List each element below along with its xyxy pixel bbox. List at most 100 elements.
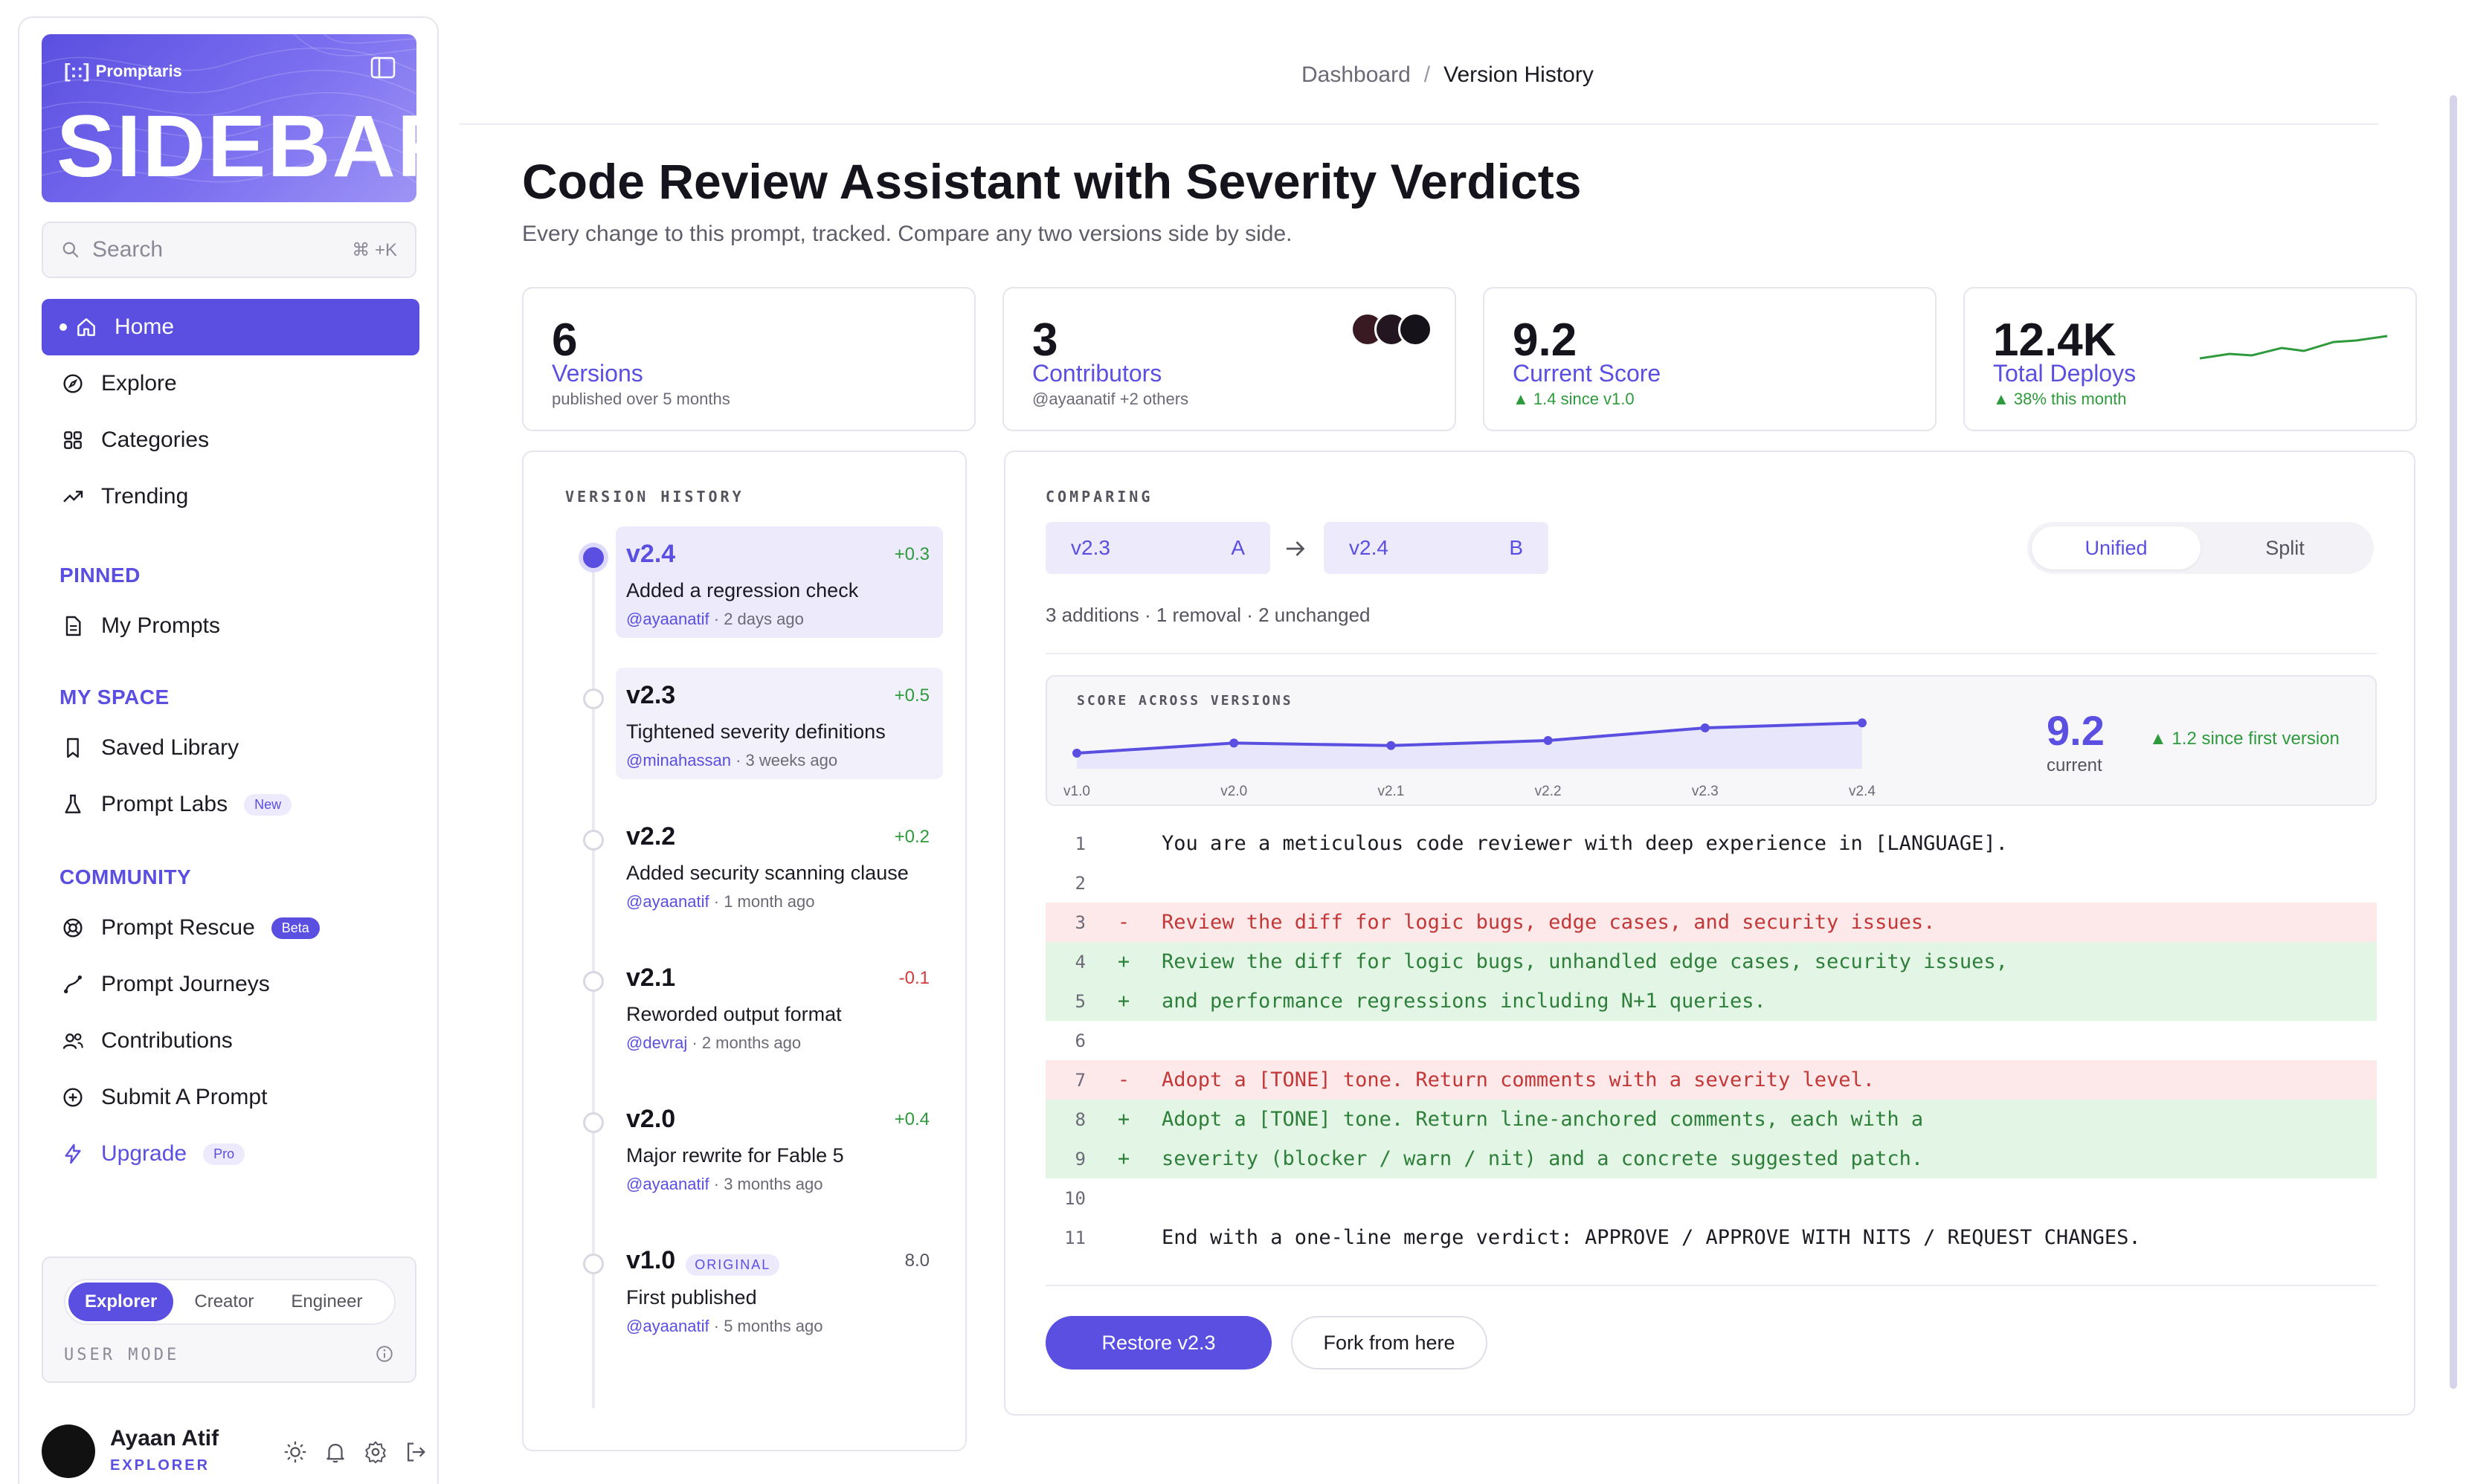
diff-line: 10 bbox=[1046, 1178, 2377, 1218]
line-number: 4 bbox=[1075, 951, 1086, 972]
version-time: 2 days ago bbox=[724, 610, 804, 628]
score-point[interactable] bbox=[1386, 741, 1396, 750]
score-point[interactable] bbox=[1229, 738, 1239, 748]
stat-label: Total Deploys bbox=[1993, 360, 2137, 387]
sidebar-item-prompt-rescue[interactable]: Prompt Rescue Beta bbox=[42, 900, 419, 956]
version-item-v2-2[interactable]: v2.2 +0.2 Added security scanning clause @a… bbox=[616, 809, 943, 920]
divider bbox=[460, 123, 2378, 125]
line-number: 3 bbox=[1075, 912, 1086, 933]
mode-option-creator[interactable]: Creator bbox=[178, 1283, 270, 1321]
line-text: severity (blocker / warn / nit) and a co… bbox=[1162, 1147, 1924, 1170]
search-box[interactable]: Search ⌘ +K bbox=[42, 222, 416, 278]
diff-marker: - bbox=[1117, 911, 1130, 934]
version-author[interactable]: @ayaanatif bbox=[626, 1317, 709, 1335]
gear-icon[interactable] bbox=[363, 1439, 388, 1465]
version-number: v2.4 bbox=[626, 540, 676, 568]
sidebar-toggle-icon[interactable] bbox=[370, 57, 396, 79]
original-tag: ORIGINAL bbox=[686, 1254, 780, 1277]
sidebar-item-upgrade[interactable]: Upgrade Pro bbox=[42, 1126, 419, 1182]
breadcrumb-dashboard[interactable]: Dashboard bbox=[1301, 62, 1411, 87]
info-icon[interactable] bbox=[375, 1344, 394, 1364]
sidebar-item-trending[interactable]: Trending bbox=[42, 468, 419, 525]
logout-icon[interactable] bbox=[403, 1439, 428, 1465]
brand-logo[interactable]: [::] Promptaris bbox=[64, 59, 182, 83]
view-option-split[interactable]: Split bbox=[2201, 526, 2369, 570]
line-number: 7 bbox=[1075, 1069, 1086, 1091]
score-point[interactable] bbox=[1700, 723, 1710, 732]
brand-banner: [::] Promptaris SIDEBAR bbox=[42, 34, 416, 202]
sidebar-item-label: Trending bbox=[101, 484, 189, 509]
sidebar-item-explore[interactable]: Explore bbox=[42, 355, 419, 412]
version-item-v2-3[interactable]: v2.3 +0.5 Tightened severity definitions @m… bbox=[616, 668, 943, 779]
version-meta: @ayaanatif · 1 month ago bbox=[626, 892, 815, 911]
version-item-v2-4[interactable]: v2.4 +0.3 Added a regression check @ayaanat… bbox=[616, 526, 943, 638]
sidebar-item-label: Contributions bbox=[101, 1028, 233, 1053]
version-item-v1-0[interactable]: v1.0 ORIGINAL 8.0 First published @ayaanatif… bbox=[616, 1233, 943, 1344]
search-input[interactable]: Search bbox=[92, 237, 352, 262]
avatar[interactable] bbox=[1398, 312, 1432, 346]
version-number: v2.3 bbox=[626, 681, 676, 709]
active-dot bbox=[59, 323, 67, 331]
stat-value: 3 bbox=[1032, 314, 1058, 366]
section-title-my-space: MY SPACE bbox=[59, 685, 170, 709]
score-point[interactable] bbox=[1858, 718, 1867, 728]
score-delta: +0.4 bbox=[894, 1109, 930, 1129]
version-author[interactable]: @ayaanatif bbox=[626, 1175, 709, 1193]
version-item-v2-1[interactable]: v2.1 -0.1 Reworded output format @devraj · … bbox=[616, 950, 943, 1062]
version-b-selector[interactable]: v2.4 B bbox=[1324, 522, 1548, 574]
timeline-dot bbox=[583, 547, 604, 568]
sidebar-item-label: Home bbox=[115, 314, 175, 339]
mode-option-explorer[interactable]: Explorer bbox=[68, 1283, 174, 1321]
divider bbox=[1046, 1285, 2377, 1286]
sidebar-item-contributions[interactable]: Contributions bbox=[42, 1013, 419, 1069]
sidebar-item-submit-a-prompt[interactable]: Submit A Prompt bbox=[42, 1069, 419, 1126]
user-profile: Ayaan Atif EXPLORER bbox=[42, 1419, 428, 1484]
version-a-selector[interactable]: v2.3 A bbox=[1046, 522, 1270, 574]
sidebar-item-saved-library[interactable]: Saved Library bbox=[42, 720, 419, 776]
diff-view: 1 You are a meticulous code reviewer with… bbox=[1046, 824, 2377, 1257]
fork-button[interactable]: Fork from here bbox=[1291, 1316, 1487, 1370]
pro-badge: Pro bbox=[203, 1143, 245, 1165]
line-number: 11 bbox=[1064, 1227, 1086, 1248]
version-item-v2-0[interactable]: v2.0 +0.4 Major rewrite for Fable 5 @ayaana… bbox=[616, 1091, 943, 1203]
sidebar-item-prompt-journeys[interactable]: Prompt Journeys bbox=[42, 956, 419, 1013]
version-b-letter: B bbox=[1509, 536, 1523, 559]
version-history-title: VERSION HISTORY bbox=[565, 488, 744, 506]
flask-icon bbox=[61, 793, 85, 816]
mode-option-engineer[interactable]: Engineer bbox=[274, 1283, 379, 1321]
version-meta: @devraj · 2 months ago bbox=[626, 1033, 802, 1052]
diff-line: 3 - Review the diff for logic bugs, edge c… bbox=[1046, 903, 2377, 942]
version-author[interactable]: @ayaanatif bbox=[626, 610, 709, 628]
sidebar-item-label: Upgrade bbox=[101, 1141, 187, 1166]
avatar[interactable] bbox=[42, 1425, 95, 1478]
version-number: v1.0 bbox=[626, 1246, 676, 1274]
view-option-unified[interactable]: Unified bbox=[2032, 526, 2201, 570]
timeline-dot bbox=[583, 1112, 604, 1133]
plus-circle-icon bbox=[61, 1085, 85, 1109]
scrollbar[interactable] bbox=[2450, 95, 2457, 1389]
version-author[interactable]: @ayaanatif bbox=[626, 892, 709, 911]
score-point[interactable] bbox=[1543, 736, 1553, 745]
diff-line: 11 End with a one-line merge verdict: APP… bbox=[1046, 1218, 2377, 1257]
diff-line: 5 + and performance regressions including … bbox=[1046, 981, 2377, 1021]
diff-marker: - bbox=[1117, 1068, 1130, 1091]
lifebuoy-icon bbox=[61, 916, 85, 940]
timeline-dot bbox=[583, 688, 604, 709]
bell-icon[interactable] bbox=[323, 1439, 348, 1465]
version-author[interactable]: @minahassan bbox=[626, 751, 731, 770]
users-icon bbox=[61, 1029, 85, 1053]
sidebar-item-label: Saved Library bbox=[101, 735, 239, 760]
sidebar-item-categories[interactable]: Categories bbox=[42, 412, 419, 468]
sidebar-item-my-prompts[interactable]: My Prompts bbox=[42, 598, 419, 654]
brand-name: Promptaris bbox=[95, 61, 182, 80]
sidebar-item-home[interactable]: Home bbox=[42, 299, 419, 355]
restore-button[interactable]: Restore v2.3 bbox=[1046, 1316, 1272, 1370]
sun-icon[interactable] bbox=[283, 1439, 308, 1465]
scrollbar-thumb[interactable] bbox=[2450, 95, 2457, 1389]
user-mode-switch: Explorer Creator Engineer bbox=[64, 1279, 396, 1325]
version-author[interactable]: @devraj bbox=[626, 1033, 687, 1052]
stat-sub: @ayaanatif +2 others bbox=[1032, 390, 1189, 408]
stat-card-current-score: 9.2 Current Score ▲ 1.4 since v1.0 bbox=[1483, 287, 1937, 431]
score-point[interactable] bbox=[1072, 749, 1081, 758]
sidebar-item-prompt-labs[interactable]: Prompt Labs New bbox=[42, 776, 419, 833]
